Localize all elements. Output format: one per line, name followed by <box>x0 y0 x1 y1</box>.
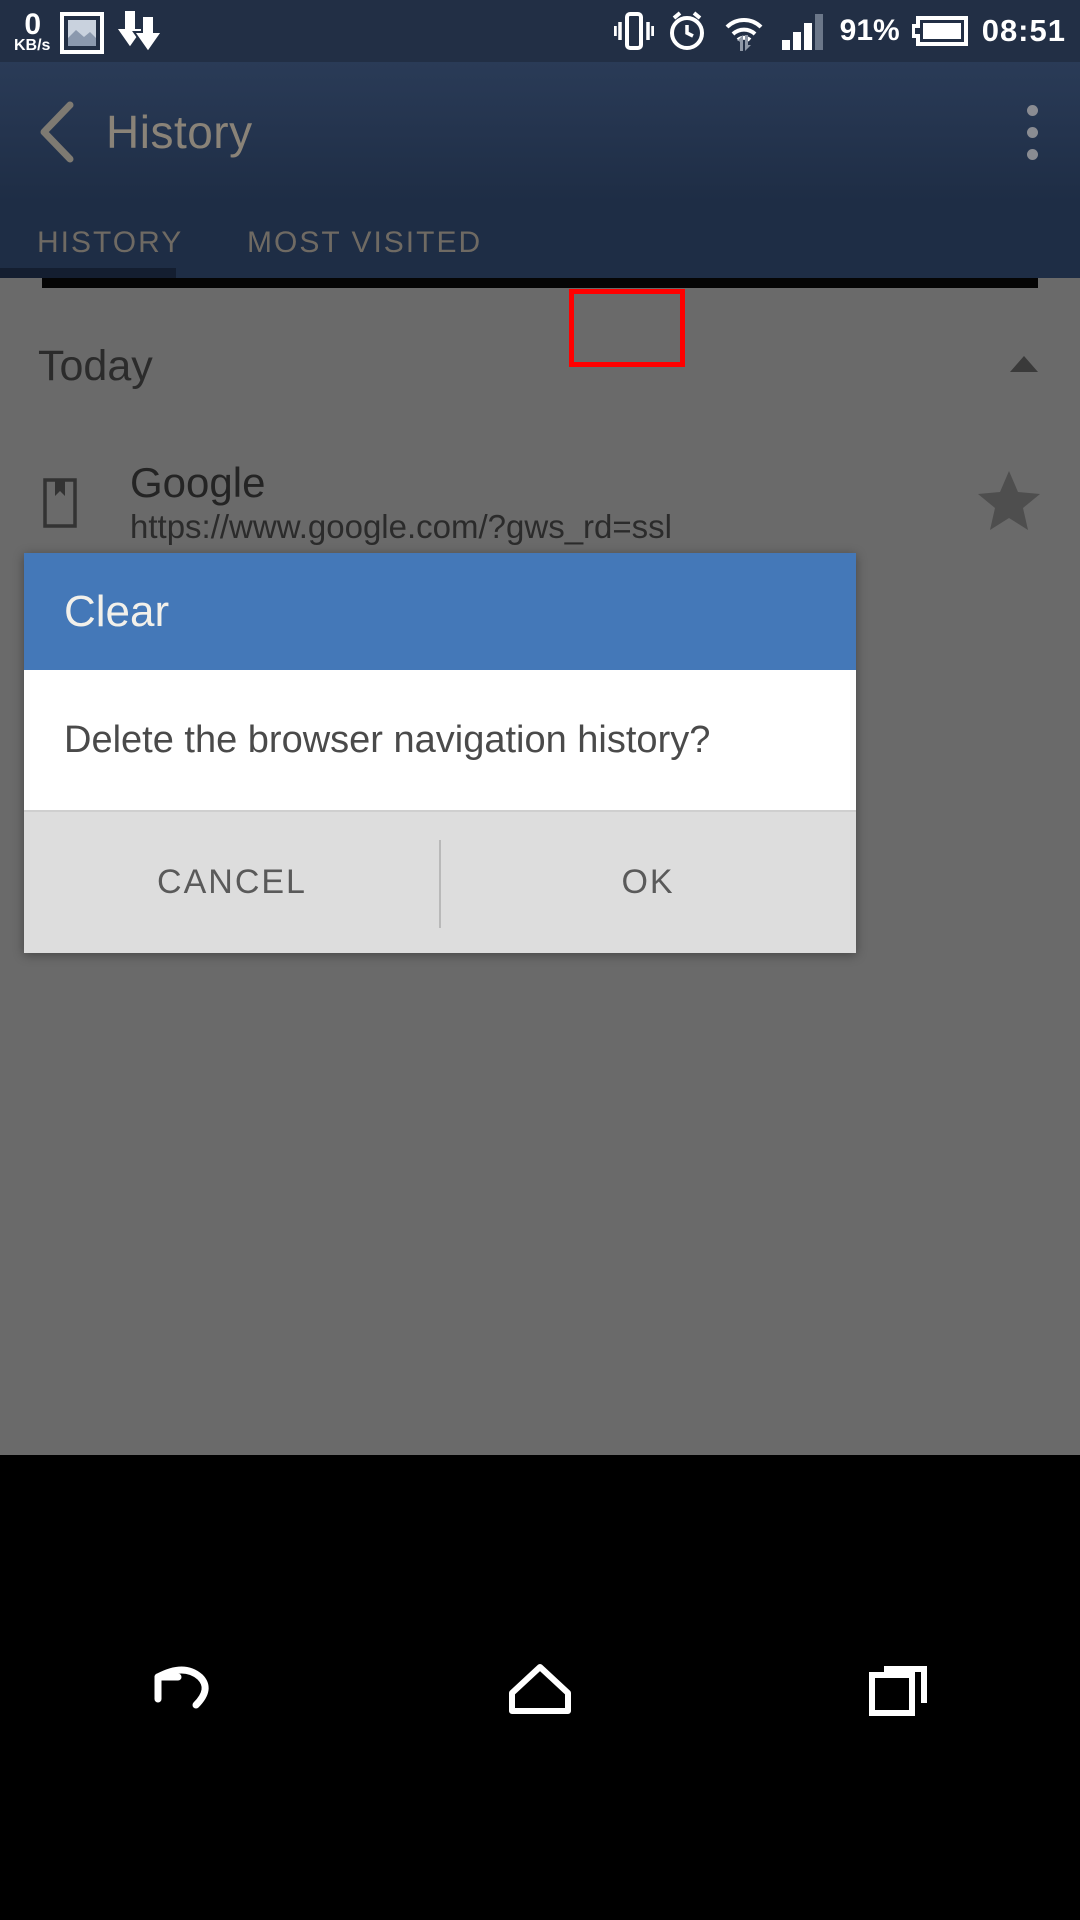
page-title: History <box>106 106 253 158</box>
dialog-body: Delete the browser navigation history? <box>24 670 856 810</box>
overflow-menu-icon[interactable] <box>1015 95 1050 170</box>
network-speed-value: 0 <box>24 8 41 41</box>
triangle-up-icon[interactable] <box>1006 352 1042 381</box>
star-icon[interactable] <box>976 469 1042 538</box>
app-bar: History <box>0 62 1080 202</box>
overflow-dot <box>1027 104 1038 116</box>
battery-percent: 91% <box>839 14 900 47</box>
list-item-texts: Google https://www.google.com/?gws_rd=ss… <box>130 458 673 545</box>
phone-screen: 0 KB/s 91% 08:51 History HISTORY MOST VI… <box>0 0 1080 1920</box>
status-bar-right: 91% 08:51 <box>613 9 1066 53</box>
tab-history[interactable]: HISTORY <box>37 202 247 260</box>
back-chevron-icon[interactable] <box>30 99 88 165</box>
status-bar-clock: 08:51 <box>981 13 1066 48</box>
back-icon[interactable] <box>80 1628 280 1748</box>
tab-indicator <box>0 268 176 278</box>
ok-button[interactable]: OK <box>440 812 856 953</box>
navigation-bar <box>0 1455 1080 1920</box>
section-title: Today <box>38 341 153 390</box>
image-icon <box>60 12 105 54</box>
dialog-message: Delete the browser navigation history? <box>64 718 711 761</box>
dialog-actions: CANCEL OK <box>24 810 856 953</box>
status-bar: 0 KB/s 91% 08:51 <box>0 0 1080 62</box>
wifi-icon <box>720 9 768 53</box>
vibrate-icon <box>613 10 654 52</box>
recents-icon[interactable] <box>800 1628 1000 1748</box>
status-bar-left: 0 KB/s <box>14 8 166 54</box>
overflow-dot <box>1027 126 1038 138</box>
home-icon[interactable] <box>440 1628 640 1748</box>
page-bookmark-icon <box>38 476 84 530</box>
section-header-today[interactable]: Today <box>0 318 1080 414</box>
list-item-url: https://www.google.com/?gws_rd=ssl <box>130 507 673 545</box>
overflow-dot <box>1027 148 1038 160</box>
cancel-button[interactable]: CANCEL <box>24 812 440 953</box>
list-item[interactable]: Google https://www.google.com/?gws_rd=ss… <box>0 438 1080 568</box>
clear-history-dialog: Clear Delete the browser navigation hist… <box>24 553 856 953</box>
dialog-header: Clear <box>24 553 856 670</box>
network-speed-indicator: 0 KB/s <box>14 10 50 54</box>
battery-icon <box>911 12 970 50</box>
strip-gap <box>0 278 42 288</box>
dialog-title: Clear <box>64 586 170 636</box>
alarm-icon <box>666 10 708 52</box>
network-speed-unit: KB/s <box>14 37 51 54</box>
signal-icon <box>780 10 828 52</box>
tab-most-visited[interactable]: MOST VISITED <box>247 202 587 260</box>
tab-bar: HISTORY MOST VISITED <box>0 202 1080 278</box>
list-item-title: Google <box>130 458 266 506</box>
button-divider <box>439 840 441 928</box>
content-top-divider <box>42 278 1038 288</box>
download-icon <box>114 8 166 54</box>
